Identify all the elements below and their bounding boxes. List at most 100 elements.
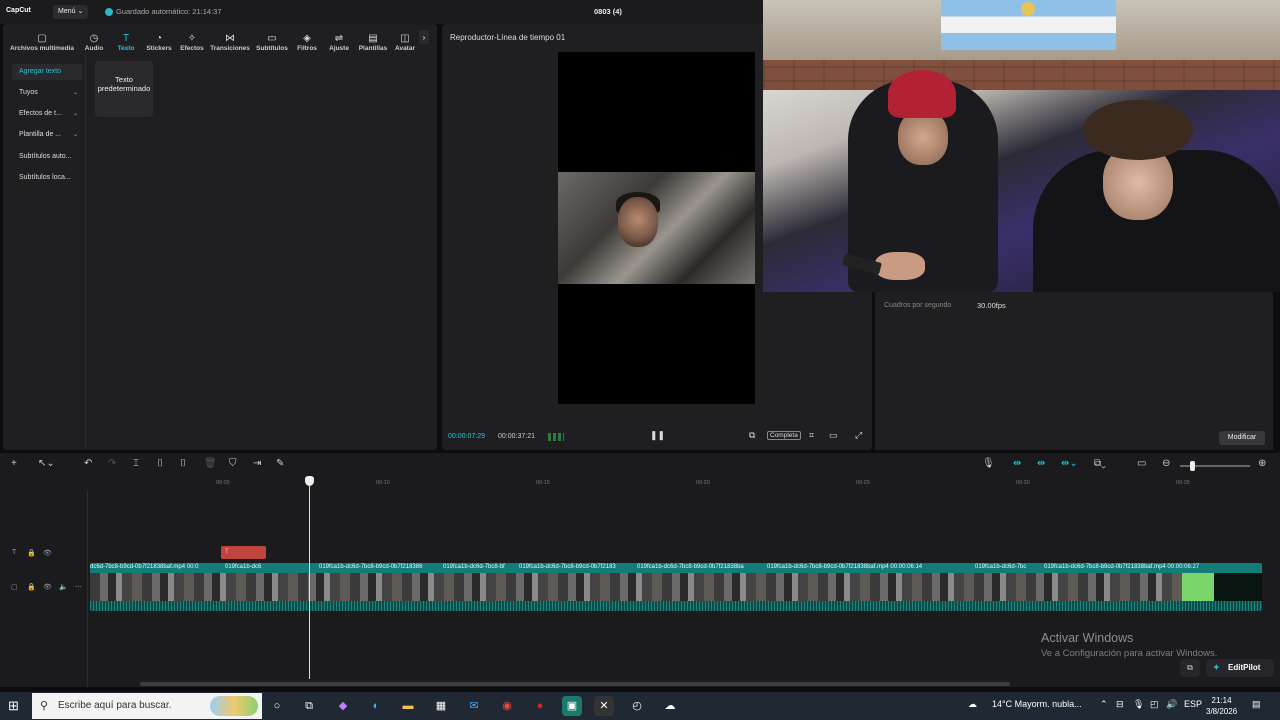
cover-icon[interactable]: ▢ xyxy=(11,583,18,591)
tab-audio[interactable]: ◷ Audio xyxy=(77,24,111,54)
tab-avatar[interactable]: ◫ Avatar xyxy=(391,24,419,54)
tab-media[interactable]: ▢ Archivos multimedia xyxy=(7,24,77,54)
modify-button[interactable]: Modificar xyxy=(1219,431,1265,445)
sidebar-item-text-effects[interactable]: Efectos de t... ⌄ xyxy=(12,106,82,122)
panel-toggle-icon[interactable]: ⧉ xyxy=(1180,659,1200,677)
cortana-icon[interactable]: ○ xyxy=(267,696,287,716)
undo-icon[interactable]: ↶ xyxy=(84,458,92,469)
link-audio-icon[interactable]: ⇹ xyxy=(1037,458,1045,469)
split-icon[interactable]: ⌶ xyxy=(133,458,139,469)
volume-icon[interactable]: 🔊 xyxy=(1166,699,1177,710)
menu-label: Menú xyxy=(58,8,76,15)
editpilot-icon: ✦ xyxy=(1213,663,1220,672)
sidebar-item-label: Agregar texto xyxy=(19,68,62,75)
sidebar-item-auto-subtitles[interactable]: Subtítulos auto... xyxy=(12,149,82,165)
store-icon[interactable]: ▦ xyxy=(431,696,451,716)
lock-icon[interactable]: 🔒 xyxy=(27,583,36,591)
snap-icon[interactable]: ⧉⌄ xyxy=(1094,458,1106,469)
timeline-scrollbar[interactable] xyxy=(140,682,1010,686)
tab-stickers[interactable]: ◔ Stickers xyxy=(141,24,177,54)
ratio-icon[interactable]: ▭ xyxy=(829,430,838,441)
select-tool-icon[interactable]: ↖⌄ xyxy=(38,458,55,469)
weather-icon[interactable]: ☁ xyxy=(968,699,977,710)
project-title: 0803 (4) xyxy=(594,7,622,16)
tab-subtitles[interactable]: ▭ Subtítulos xyxy=(253,24,291,54)
clip-label: 019fca1b-dc6d-7bc8-bf xyxy=(443,564,505,570)
zoom-slider[interactable] xyxy=(1180,461,1250,471)
zoom-fit-icon[interactable]: ⊕ xyxy=(1258,458,1266,469)
crop-icon[interactable]: ⌗ xyxy=(809,430,814,441)
edit-icon[interactable]: ✎ xyxy=(276,458,284,469)
person-left-face xyxy=(898,110,948,165)
tab-filters[interactable]: ◈ Filtros xyxy=(291,24,323,54)
quality-button[interactable]: Completa xyxy=(767,431,801,440)
speaker-icon[interactable]: 🔈 xyxy=(59,583,68,591)
timeline-ruler[interactable]: 00:05 00:10 00:15 00:20 00:25 00:30 00:3… xyxy=(88,477,1280,491)
playhead-handle[interactable] xyxy=(305,476,314,486)
menu-button[interactable]: Menú ⌄ xyxy=(53,5,89,19)
tab-effects[interactable]: ✧ Efectos xyxy=(177,24,207,54)
cloud-app-icon[interactable]: ☁ xyxy=(660,696,680,716)
app-icon[interactable]: ▣ xyxy=(562,696,582,716)
text-clip[interactable]: T xyxy=(221,546,266,559)
freeze-icon[interactable]: ⇥ xyxy=(253,458,261,469)
more-icon[interactable]: ⋯ xyxy=(75,583,82,591)
language-indicator[interactable]: ESP xyxy=(1184,699,1202,709)
taskbar-search[interactable]: ⚲ Escribe aquí para buscar. xyxy=(32,693,262,719)
caption-icon[interactable]: ▭ xyxy=(1137,458,1146,469)
microphone-icon[interactable]: 🎙 xyxy=(982,458,995,469)
sidebar-item-yours[interactable]: Tuyos ⌄ xyxy=(12,85,82,101)
notifications-icon[interactable]: ▤ xyxy=(1252,699,1261,710)
tab-templates[interactable]: ▤ Plantillas xyxy=(355,24,391,54)
eye-icon[interactable]: 👁 xyxy=(43,549,52,557)
add-icon[interactable]: + xyxy=(11,458,17,469)
wifi-icon[interactable]: ◰ xyxy=(1150,699,1159,710)
default-text-card[interactable]: Texto predeterminado xyxy=(95,61,153,117)
tab-adjust[interactable]: ⇌ Ajuste xyxy=(323,24,355,54)
delete-icon[interactable]: 🗑 xyxy=(204,458,217,469)
capcut-taskbar-icon[interactable]: ✕ xyxy=(594,696,614,716)
zoom-slider-handle[interactable] xyxy=(1190,461,1195,471)
tab-label: Ajuste xyxy=(329,45,349,52)
fit-icon[interactable]: ⧉ xyxy=(749,430,755,441)
redo-icon[interactable]: ↷ xyxy=(108,458,116,469)
sidebar-item-local-subtitles[interactable]: Subtítulos loca... xyxy=(12,170,82,186)
file-explorer-icon[interactable]: ▬ xyxy=(398,696,418,716)
playhead[interactable] xyxy=(309,479,310,679)
marker-icon[interactable]: ⛉ xyxy=(229,458,237,469)
main-video-track[interactable]: dc6d-7bc8-b9cd-0b7f21838baf.mp4 00:0 019… xyxy=(90,563,1262,611)
chrome-icon[interactable]: ◉ xyxy=(497,696,517,716)
tab-transitions[interactable]: ⋈ Transiciones xyxy=(207,24,253,54)
sidebar-item-add-text[interactable]: Agregar texto xyxy=(12,64,82,80)
sidebar-item-text-templates[interactable]: Plantilla de ... ⌄ xyxy=(12,127,82,143)
frame-face xyxy=(618,197,658,247)
windows-start-icon[interactable]: ⊞ xyxy=(8,699,19,713)
tabs-scroll-right-icon[interactable]: › xyxy=(419,30,429,44)
microphone-tray-icon[interactable]: 🎙 xyxy=(1133,699,1144,710)
tray-chevron-icon[interactable]: ⌃ xyxy=(1100,699,1108,710)
clip-label: 019fca1b-dc6 xyxy=(225,564,262,570)
clip-name-bar: dc6d-7bc8-b9cd-0b7f21838baf.mp4 00:0 019… xyxy=(90,563,1262,573)
split-left-icon[interactable]: ⌷ xyxy=(157,458,163,469)
network-icon[interactable]: ⊟ xyxy=(1116,699,1124,710)
pause-button[interactable]: ❚❚ xyxy=(650,430,665,441)
copilot-icon[interactable]: ◆ xyxy=(333,696,353,716)
tab-text[interactable]: T Texto xyxy=(111,24,141,54)
eye-icon[interactable]: 👁 xyxy=(43,583,52,591)
clock-app-icon[interactable]: ◴ xyxy=(627,696,647,716)
mail-icon[interactable]: ✉ xyxy=(464,696,484,716)
recorder-icon[interactable]: ● xyxy=(530,696,550,716)
preview-axis-icon[interactable]: ⇹⌄ xyxy=(1061,458,1078,469)
zoom-out-icon[interactable]: ⊖ xyxy=(1162,458,1170,469)
editpilot-button[interactable]: ✦ EditPilot xyxy=(1206,659,1274,677)
task-view-icon[interactable]: ⧉ xyxy=(299,696,319,716)
link-main-icon[interactable]: ⇹ xyxy=(1013,458,1021,469)
lock-icon[interactable]: 🔒 xyxy=(27,549,36,557)
taskbar-clock[interactable]: 21:14 3/8/2026 xyxy=(1206,695,1237,717)
video-frame xyxy=(558,172,755,284)
edge-icon[interactable]: ◐ xyxy=(366,696,386,716)
weather-text[interactable]: 14°C Mayorm. nubla... xyxy=(992,699,1082,709)
split-right-icon[interactable]: ⌷ xyxy=(180,458,186,469)
windows-taskbar: ⊞ ⚲ Escribe aquí para buscar. ○ ⧉ ◆ ◐ ▬ ▦… xyxy=(0,692,1280,720)
fullscreen-icon[interactable]: ⤢ xyxy=(855,430,862,441)
